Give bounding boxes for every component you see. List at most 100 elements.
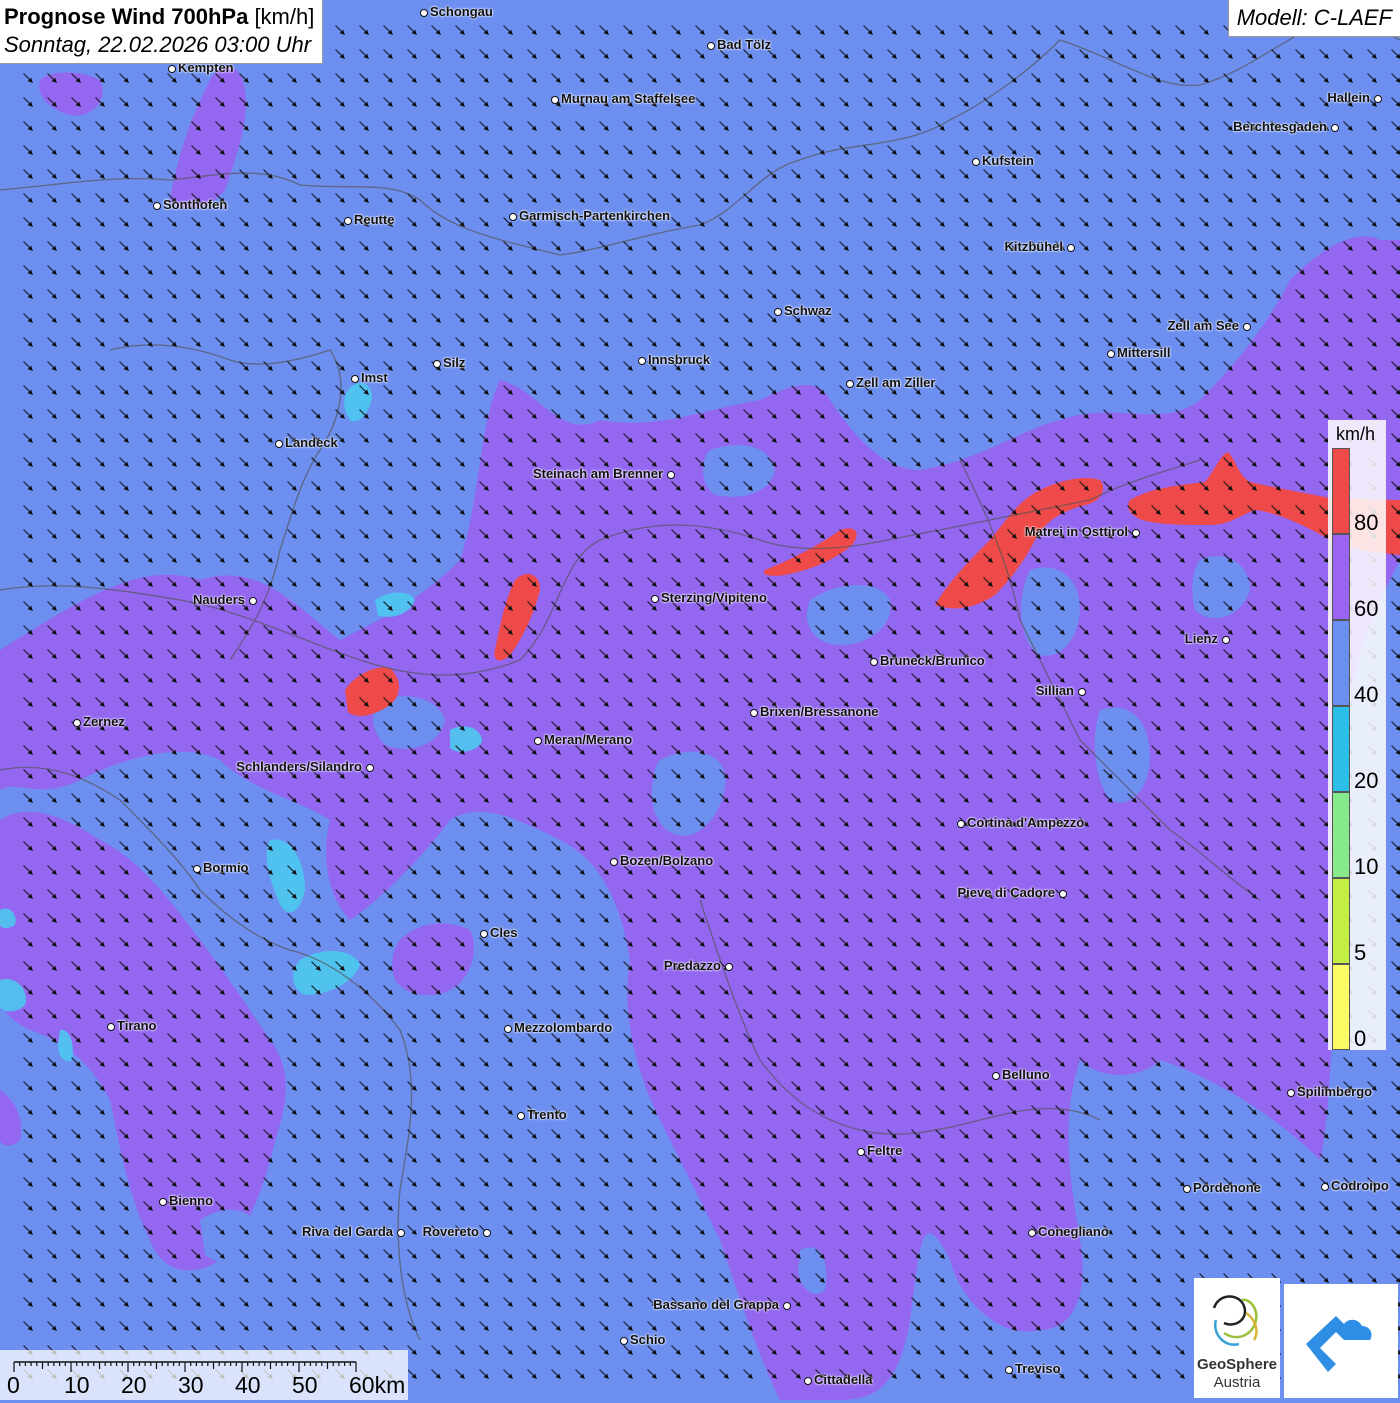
wind-arrow xyxy=(288,626,297,635)
wind-arrow xyxy=(72,1298,81,1307)
wind-arrow xyxy=(1176,1130,1185,1139)
wind-arrow xyxy=(360,818,369,827)
wind-arrow xyxy=(552,1178,561,1187)
wind-arrow xyxy=(336,986,345,995)
wind-arrow xyxy=(264,1250,273,1259)
wind-arrow xyxy=(576,338,585,347)
wind-arrow xyxy=(288,1250,297,1259)
wind-arrow xyxy=(840,242,849,251)
wind-arrow xyxy=(24,122,33,131)
wind-arrow xyxy=(1104,842,1113,851)
wind-arrow xyxy=(720,98,729,107)
scale-bar-label: 30 xyxy=(178,1372,204,1399)
wind-arrow xyxy=(1104,338,1113,347)
wind-arrow xyxy=(1392,482,1400,491)
wind-arrow xyxy=(1152,50,1161,59)
wind-arrow xyxy=(888,266,897,275)
wind-arrow xyxy=(936,1322,945,1331)
wind-arrow xyxy=(1224,1058,1233,1067)
wind-arrow xyxy=(336,1202,345,1211)
wind-arrow xyxy=(936,74,945,83)
wind-arrow xyxy=(72,770,81,779)
wind-arrow xyxy=(528,1322,537,1331)
wind-arrow xyxy=(816,482,825,491)
wind-arrow xyxy=(528,962,537,971)
wind-arrow xyxy=(768,1370,777,1379)
wind-arrow xyxy=(696,458,705,467)
wind-arrow xyxy=(72,386,81,395)
city-marker xyxy=(1028,1229,1036,1237)
wind-arrow xyxy=(192,1034,201,1043)
wind-arrow xyxy=(1080,338,1089,347)
wind-arrow xyxy=(24,626,33,635)
wind-arrow xyxy=(1200,434,1209,443)
wind-arrow xyxy=(600,602,609,611)
wind-arrow xyxy=(1248,794,1257,803)
wind-arrow xyxy=(600,554,609,563)
wind-arrow xyxy=(72,698,81,707)
cloud-arrow-logo[interactable] xyxy=(1284,1284,1398,1398)
wind-arrow xyxy=(432,1250,441,1259)
wind-arrow xyxy=(576,1226,585,1235)
wind-arrow xyxy=(624,530,633,539)
wind-arrow xyxy=(1104,314,1113,323)
wind-arrow xyxy=(624,1322,633,1331)
wind-arrow xyxy=(816,410,825,419)
wind-arrow xyxy=(864,1226,873,1235)
wind-arrow xyxy=(888,938,897,947)
wind-arrow xyxy=(600,1202,609,1211)
legend-color-swatch xyxy=(1332,534,1350,620)
wind-arrow xyxy=(312,1130,321,1139)
wind-arrow xyxy=(840,314,849,323)
wind-arrow xyxy=(1344,386,1353,395)
wind-arrow xyxy=(480,1178,489,1187)
wind-arrow xyxy=(216,1010,225,1019)
wind-arrow xyxy=(24,1274,33,1283)
wind-arrow xyxy=(1056,650,1065,659)
wind-arrow xyxy=(24,866,33,875)
wind-arrow xyxy=(48,1058,57,1067)
wind-arrow xyxy=(216,386,225,395)
wind-arrow xyxy=(912,1178,921,1187)
wind-arrow xyxy=(408,1178,417,1187)
wind-arrow xyxy=(1200,266,1209,275)
wind-arrow xyxy=(456,578,465,587)
wind-arrow xyxy=(768,386,777,395)
wind-arrow xyxy=(672,458,681,467)
wind-arrow xyxy=(360,1154,369,1163)
wind-arrow xyxy=(1128,170,1137,179)
wind-arrow xyxy=(456,818,465,827)
wind-arrow xyxy=(1128,962,1137,971)
wind-arrow xyxy=(480,1250,489,1259)
wind-arrow xyxy=(1272,386,1281,395)
wind-arrow xyxy=(576,770,585,779)
wind-arrow xyxy=(1008,50,1017,59)
wind-arrow xyxy=(1008,578,1017,587)
wind-arrow xyxy=(1032,650,1041,659)
wind-arrow xyxy=(240,1130,249,1139)
wind-arrow xyxy=(504,1346,513,1355)
wind-arrow xyxy=(336,554,345,563)
wind-arrow xyxy=(792,866,801,875)
wind-arrow xyxy=(1080,434,1089,443)
wind-arrow xyxy=(144,530,153,539)
wind-arrow xyxy=(1056,1058,1065,1067)
wind-arrow xyxy=(72,818,81,827)
wind-arrow xyxy=(96,194,105,203)
wind-arrow xyxy=(528,1130,537,1139)
wind-arrow xyxy=(456,770,465,779)
wind-arrow xyxy=(816,146,825,155)
wind-arrow xyxy=(384,770,393,779)
wind-arrow xyxy=(408,338,417,347)
wind-arrow xyxy=(576,986,585,995)
wind-arrow xyxy=(816,746,825,755)
wind-arrow xyxy=(744,842,753,851)
geosphere-logo[interactable]: GeoSphere Austria xyxy=(1194,1278,1280,1398)
wind-arrow xyxy=(408,986,417,995)
wind-arrow xyxy=(1392,794,1400,803)
wind-arrow xyxy=(840,1034,849,1043)
wind-arrow xyxy=(816,1274,825,1283)
wind-arrow xyxy=(456,866,465,875)
wind-arrow xyxy=(480,962,489,971)
city-label: Zell am See xyxy=(1167,318,1239,333)
